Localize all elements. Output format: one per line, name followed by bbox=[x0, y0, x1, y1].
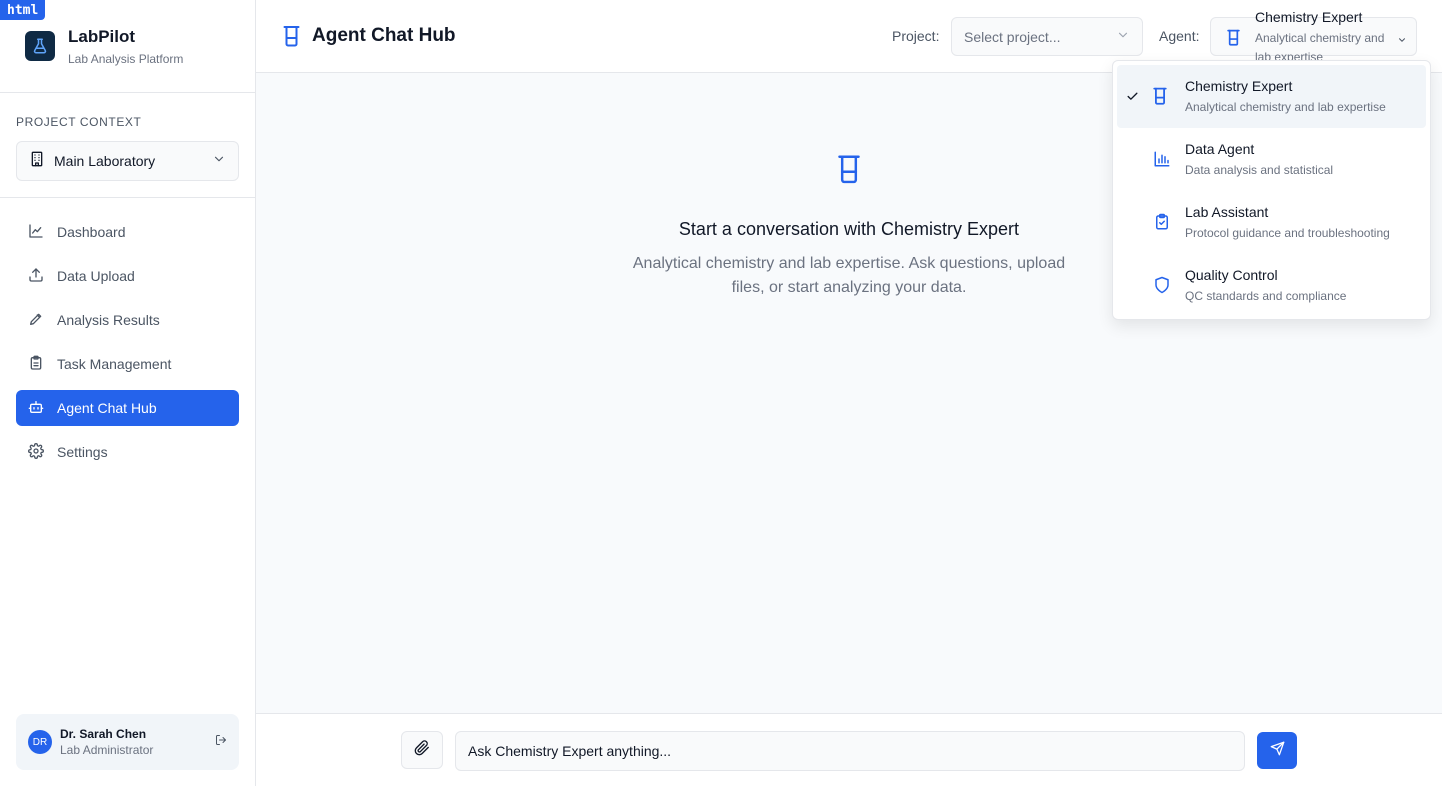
beaker-icon bbox=[836, 154, 862, 189]
attach-button[interactable] bbox=[401, 731, 443, 769]
sidebar-item-label: Settings bbox=[57, 444, 108, 460]
agent-option-chemistry-expert[interactable]: Chemistry Expert Analytical chemistry an… bbox=[1117, 65, 1426, 128]
clipboard-check-icon bbox=[1153, 213, 1171, 236]
agent-option-name: Quality Control bbox=[1185, 267, 1278, 283]
sidebar-item-label: Agent Chat Hub bbox=[57, 400, 157, 416]
sidebar-nav: Dashboard Data Upload Analysis Results T… bbox=[0, 198, 255, 494]
clipboard-icon bbox=[28, 355, 57, 374]
page-title: Agent Chat Hub bbox=[312, 25, 456, 46]
agent-option-quality-control[interactable]: Quality Control QC standards and complia… bbox=[1117, 254, 1426, 317]
sidebar-item-label: Dashboard bbox=[57, 224, 126, 240]
chat-composer bbox=[256, 713, 1442, 786]
agent-option-lab-assistant[interactable]: Lab Assistant Protocol guidance and trou… bbox=[1117, 191, 1426, 254]
building-icon bbox=[29, 151, 45, 172]
bar-chart-icon bbox=[1153, 150, 1171, 173]
upload-icon bbox=[28, 267, 57, 286]
project-context-label: PROJECT CONTEXT bbox=[16, 115, 142, 129]
paperclip-icon bbox=[414, 739, 430, 761]
sidebar-item-agent-chat-hub[interactable]: Agent Chat Hub bbox=[16, 390, 239, 426]
flask-logo-icon bbox=[25, 31, 55, 61]
agent-select[interactable]: Chemistry Expert Analytical chemistry an… bbox=[1210, 9, 1417, 64]
pen-icon bbox=[28, 311, 57, 330]
agent-select-name: Chemistry Expert bbox=[1255, 9, 1363, 25]
sidebar-item-analysis-results[interactable]: Analysis Results bbox=[16, 302, 239, 338]
gear-icon bbox=[28, 442, 57, 462]
sidebar-item-dashboard[interactable]: Dashboard bbox=[16, 214, 239, 250]
user-name: Dr. Sarah Chen bbox=[60, 727, 147, 741]
brand-subtitle: Lab Analysis Platform bbox=[68, 51, 184, 66]
brand-name: LabPilot bbox=[68, 26, 136, 46]
project-context: PROJECT CONTEXT Main Laboratory bbox=[0, 93, 255, 198]
project-select-placeholder: Select project... bbox=[964, 28, 1061, 45]
bot-icon bbox=[28, 399, 57, 418]
send-icon bbox=[1270, 741, 1285, 761]
project-select[interactable]: Select project... bbox=[951, 17, 1143, 56]
agent-option-name: Data Agent bbox=[1185, 141, 1255, 157]
logout-icon[interactable] bbox=[215, 733, 227, 751]
shield-icon bbox=[1153, 276, 1171, 299]
chevron-down-icon bbox=[212, 152, 226, 171]
agent-option-desc: Analytical chemistry and lab expertise bbox=[1185, 100, 1386, 114]
user-card: DR Dr. Sarah Chen Lab Administrator bbox=[16, 714, 239, 770]
user-role: Lab Administrator bbox=[60, 743, 154, 757]
html-badge: html bbox=[0, 0, 46, 20]
agent-option-desc: Data analysis and statistical bbox=[1185, 163, 1334, 177]
sidebar-item-settings[interactable]: Settings bbox=[16, 434, 239, 470]
beaker-icon bbox=[1227, 29, 1240, 51]
sidebar-item-label: Task Management bbox=[57, 356, 172, 372]
agent-label: Agent: bbox=[1159, 28, 1200, 44]
agent-option-desc: QC standards and compliance bbox=[1185, 289, 1347, 303]
agent-option-name: Lab Assistant bbox=[1185, 204, 1269, 220]
agent-option-desc: Protocol guidance and troubleshooting bbox=[1185, 226, 1390, 240]
message-input[interactable] bbox=[455, 731, 1245, 771]
project-context-select[interactable]: Main Laboratory bbox=[16, 141, 239, 181]
line-chart-icon bbox=[28, 223, 57, 242]
empty-state-description: Analytical chemistry and lab expertise. … bbox=[632, 255, 1066, 296]
send-button[interactable] bbox=[1257, 732, 1297, 769]
sidebar: LabPilot Lab Analysis Platform PROJECT C… bbox=[0, 0, 256, 786]
project-context-value: Main Laboratory bbox=[54, 153, 156, 169]
chevron-down-icon bbox=[1397, 32, 1407, 50]
sidebar-item-task-management[interactable]: Task Management bbox=[16, 346, 239, 382]
agent-dropdown-menu: Chemistry Expert Analytical chemistry an… bbox=[1112, 60, 1431, 320]
sidebar-item-data-upload[interactable]: Data Upload bbox=[16, 258, 239, 294]
sidebar-item-label: Data Upload bbox=[57, 268, 135, 284]
beaker-icon bbox=[283, 25, 300, 47]
sidebar-item-label: Analysis Results bbox=[57, 312, 160, 328]
agent-option-name: Chemistry Expert bbox=[1185, 78, 1293, 94]
avatar: DR bbox=[28, 730, 52, 754]
agent-option-data-agent[interactable]: Data Agent Data analysis and statistical bbox=[1117, 128, 1426, 191]
check-icon bbox=[1126, 90, 1139, 108]
chevron-down-icon bbox=[1116, 28, 1130, 45]
project-label: Project: bbox=[892, 28, 940, 44]
beaker-icon bbox=[1153, 87, 1167, 110]
